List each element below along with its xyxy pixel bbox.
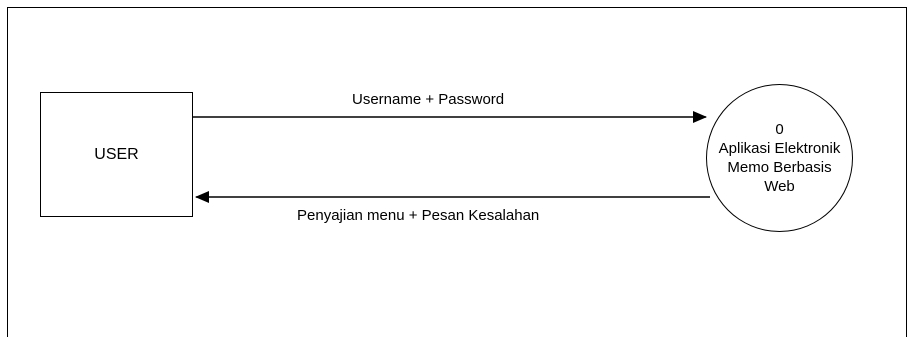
process-label-line-3: Web (764, 178, 795, 195)
process-number: 0 (775, 121, 784, 138)
external-entity-user: USER (40, 92, 193, 217)
dfd-context-diagram: USER 0 Aplikasi Elektronik Memo Berbasis… (0, 0, 909, 337)
process-label-line-1: Aplikasi Elektronik (718, 140, 841, 157)
process-label-line-2: Memo Berbasis (727, 159, 832, 176)
process-circle: 0 Aplikasi Elektronik Memo Berbasis Web (706, 84, 853, 232)
entity-label: USER (94, 145, 139, 163)
flow-label-username-password: Username + Password (352, 91, 505, 108)
flow-label-penyajian-menu: Penyajian menu + Pesan Kesalahan (297, 207, 540, 224)
